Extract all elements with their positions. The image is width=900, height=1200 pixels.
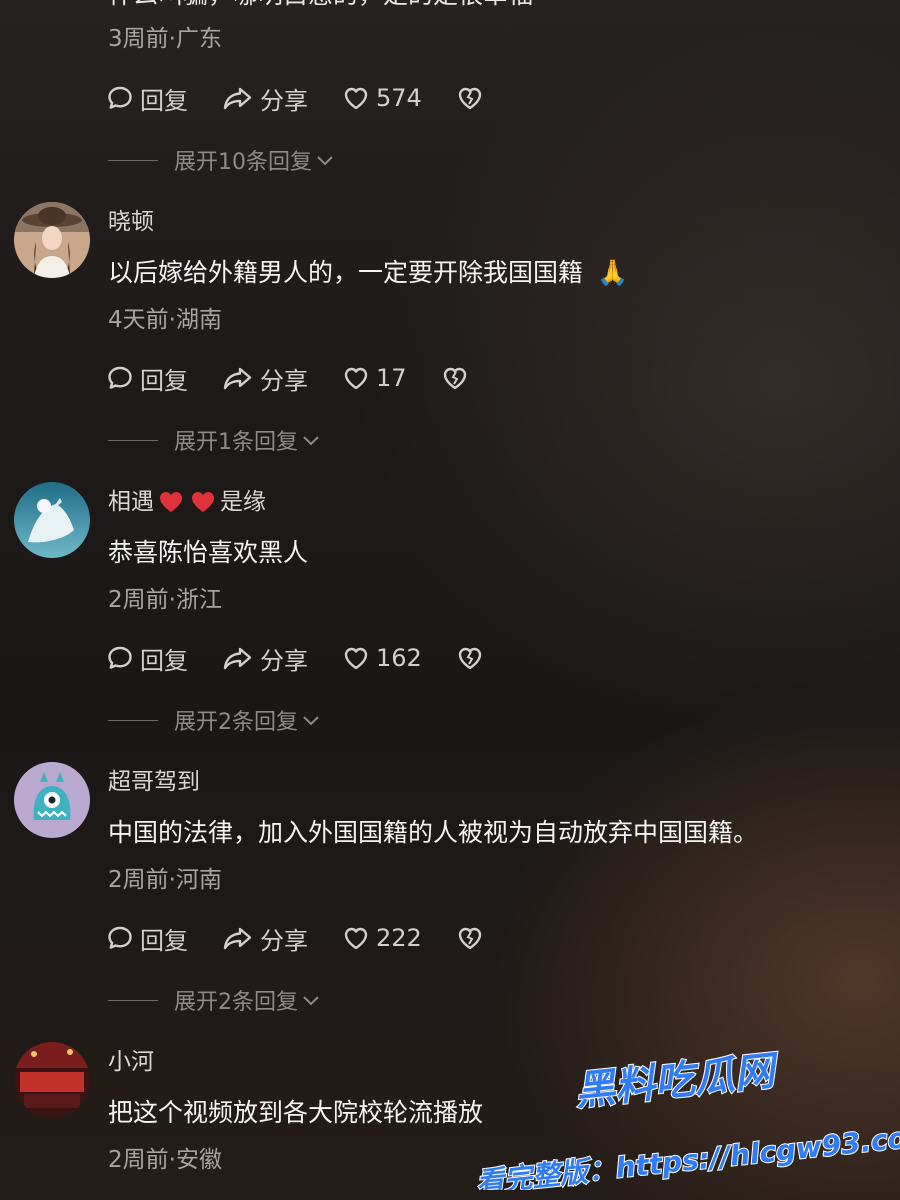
heart-icon: [344, 87, 368, 110]
chevron-down-icon: [303, 716, 319, 726]
comment-actions: 回复 分享 162: [106, 641, 524, 675]
username[interactable]: 相遇 是缘: [108, 486, 266, 518]
expand-replies[interactable]: 展开2条回复: [108, 705, 322, 735]
like-button[interactable]: 17: [342, 364, 407, 392]
broken-heart-icon: [443, 367, 466, 390]
share-label: 分享: [260, 926, 308, 955]
reply-bubble-icon: [108, 366, 132, 389]
chevron-down-icon: [303, 996, 319, 1006]
expand-replies[interactable]: 展开1条回复: [108, 425, 322, 455]
share-arrow-icon: [223, 647, 252, 670]
username-part1: 相遇: [108, 489, 154, 515]
username[interactable]: 小河: [108, 1046, 154, 1078]
red-heart-icon: [192, 492, 214, 512]
expand-replies[interactable]: 展开2条回复: [108, 985, 322, 1015]
broken-heart-icon: [458, 927, 482, 950]
comment-meta: 3周前·广东: [108, 26, 222, 52]
comment-text: 恭喜陈怡喜欢黑人: [108, 538, 309, 567]
expand-label: 展开2条回复: [174, 710, 298, 735]
expand-label: 展开2条回复: [174, 990, 298, 1015]
watermark-url: 看完整版：https://hlcgw93.com: [475, 1118, 900, 1190]
username-part2: 是缘: [220, 489, 266, 515]
like-button[interactable]: 222: [342, 924, 422, 952]
dislike-button[interactable]: [456, 84, 490, 112]
like-count: 222: [376, 924, 422, 952]
comment-text: 中国的法律，加入外国国籍的人被视为自动放弃中国国籍。: [108, 818, 759, 847]
heart-icon: [344, 367, 368, 390]
share-arrow-icon: [223, 367, 252, 390]
share-label: 分享: [260, 366, 308, 395]
heart-icon: [344, 647, 368, 670]
comment-text-body: 以后嫁给外籍男人的，一定要开除我国国籍: [108, 258, 584, 287]
avatar[interactable]: [14, 1042, 90, 1118]
comment-text: 什么叫骗，哪明白感的，是的是很幸福: [108, 0, 533, 12]
chevron-down-icon: [317, 156, 333, 166]
red-heart-icon: [160, 492, 182, 512]
like-button[interactable]: 574: [342, 84, 422, 112]
avatar[interactable]: [14, 482, 90, 558]
share-label: 分享: [260, 86, 308, 115]
like-count: 162: [376, 644, 422, 672]
share-button[interactable]: 分享: [222, 921, 308, 956]
share-button[interactable]: 分享: [222, 81, 308, 116]
reply-button[interactable]: 回复: [106, 921, 188, 956]
share-arrow-icon: [223, 87, 252, 110]
pray-emoji-icon: 🙏: [596, 258, 629, 287]
like-count: 17: [376, 364, 407, 392]
divider-line: [108, 999, 158, 1001]
username[interactable]: 晓顿: [108, 206, 154, 238]
broken-heart-icon: [458, 87, 482, 110]
comment-actions: 回复 分享 222: [106, 921, 524, 955]
divider-line: [108, 439, 158, 441]
comment-meta: 2周前·安徽: [108, 1147, 222, 1173]
expand-replies[interactable]: 展开10条回复: [108, 145, 336, 175]
comment-meta: 2周前·浙江: [108, 587, 222, 613]
reply-label: 回复: [140, 86, 188, 115]
reply-button[interactable]: 回复: [106, 361, 188, 396]
reply-label: 回复: [140, 926, 188, 955]
comment-text: 把这个视频放到各大院校轮流播放: [108, 1098, 484, 1127]
reply-bubble-icon: [108, 926, 132, 949]
expand-label: 展开10条回复: [174, 150, 312, 175]
username[interactable]: 超哥驾到: [108, 766, 200, 798]
reply-bubble-icon: [108, 646, 132, 669]
comment-actions: 回复 分享 574: [106, 81, 524, 115]
watermark-logo: 黑料吃瓜网: [573, 1048, 783, 1115]
divider-line: [108, 719, 158, 721]
reply-label: 回复: [140, 366, 188, 395]
avatar[interactable]: [14, 202, 90, 278]
watermark: 黑料吃瓜网 看完整版：https://hlcgw93.com: [470, 1040, 900, 1200]
comment-meta: 2周前·河南: [108, 867, 222, 893]
dislike-button[interactable]: [441, 364, 475, 392]
share-button[interactable]: 分享: [222, 641, 308, 676]
dislike-button[interactable]: [456, 924, 490, 952]
comment-actions: 回复 分享 17: [106, 361, 509, 395]
divider-line: [108, 159, 158, 161]
share-button[interactable]: 分享: [222, 361, 308, 396]
broken-heart-icon: [458, 647, 482, 670]
share-label: 分享: [260, 646, 308, 675]
reply-label: 回复: [140, 646, 188, 675]
comment-meta: 4天前·湖南: [108, 307, 222, 333]
share-arrow-icon: [223, 927, 252, 950]
comment-text: 以后嫁给外籍男人的，一定要开除我国国籍 🙏: [108, 256, 628, 290]
heart-icon: [344, 927, 368, 950]
like-button[interactable]: 162: [342, 644, 422, 672]
chevron-down-icon: [303, 436, 319, 446]
reply-bubble-icon: [108, 86, 132, 109]
avatar[interactable]: [14, 762, 90, 838]
like-count: 574: [376, 84, 422, 112]
reply-button[interactable]: 回复: [106, 641, 188, 676]
dislike-button[interactable]: [456, 644, 490, 672]
expand-label: 展开1条回复: [174, 430, 298, 455]
reply-button[interactable]: 回复: [106, 81, 188, 116]
